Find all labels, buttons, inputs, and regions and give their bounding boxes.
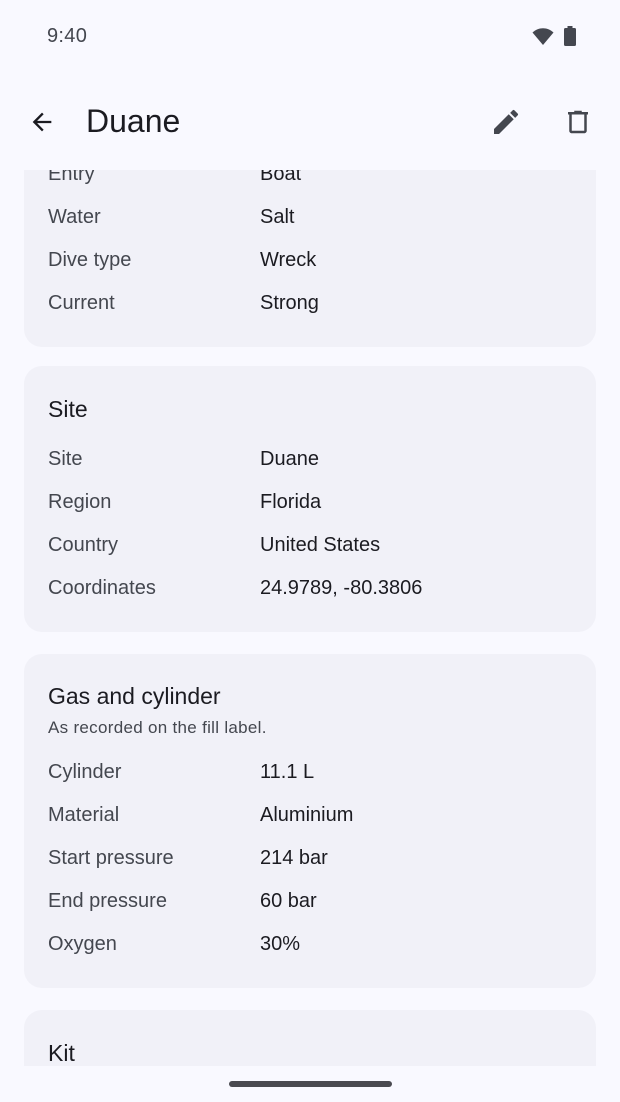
card-title: Gas and cylinder [48, 683, 221, 709]
battery-icon [564, 26, 576, 46]
status-bar: 9:40 [0, 0, 620, 74]
detail-row-start-pressure: Start pressure 214 bar [48, 847, 578, 877]
row-value: Strong [260, 292, 319, 314]
row-value: Aluminium [260, 804, 354, 826]
row-label: Current [48, 292, 115, 314]
row-label: Region [48, 491, 112, 513]
detail-row-material: Material Aluminium [48, 804, 578, 834]
detail-row-dive-type: Dive type Wreck [48, 249, 578, 279]
gas-cylinder-card: Gas and cylinder As recorded on the fill… [24, 654, 596, 988]
row-label: Site [48, 448, 83, 470]
status-icons [532, 26, 576, 46]
site-card: Site Site Duane Region Florida Country U… [24, 366, 596, 632]
trash-icon [568, 110, 588, 134]
home-gesture-handle[interactable] [229, 1081, 392, 1087]
dive-detail-screen: 9:40 Duane Entry Boat Water Salt Dive ty… [0, 0, 620, 1102]
detail-row-country: Country United States [48, 534, 578, 564]
detail-row-cylinder: Cylinder 11.1 L [48, 761, 578, 791]
page-title: Duane [86, 103, 181, 139]
detail-row-current: Current Strong [48, 292, 578, 322]
row-value: 11.1 L [260, 761, 315, 783]
wifi-icon [532, 28, 554, 45]
row-label: Coordinates [48, 577, 156, 599]
navigation-bar [0, 1066, 620, 1102]
edit-button[interactable] [482, 98, 530, 146]
card-title: Kit [48, 1040, 75, 1066]
conditions-card: Entry Boat Water Salt Dive type Wreck Cu… [24, 170, 596, 347]
row-value: Salt [260, 206, 295, 228]
row-value: Boat [260, 170, 302, 185]
delete-button[interactable] [554, 98, 602, 146]
row-label: Cylinder [48, 761, 122, 783]
arrow-back-icon [32, 112, 52, 132]
row-value: 24.9789, -80.3806 [260, 577, 423, 599]
row-value: 60 bar [260, 890, 317, 912]
row-label: Oxygen [48, 933, 117, 955]
detail-row-region: Region Florida [48, 491, 578, 521]
row-value: 30% [260, 933, 301, 955]
pencil-icon [494, 109, 519, 134]
row-value: United States [260, 534, 381, 556]
detail-row-site: Site Duane [48, 448, 578, 478]
detail-row-coordinates: Coordinates 24.9789, -80.3806 [48, 577, 578, 607]
card-subtitle: As recorded on the fill label. [48, 718, 267, 737]
status-time: 9:40 [47, 25, 88, 47]
row-label: Dive type [48, 249, 132, 271]
detail-row-entry: Entry Boat [48, 170, 578, 193]
row-value: 214 bar [260, 847, 328, 869]
back-button[interactable] [18, 98, 66, 146]
row-value: Duane [260, 448, 319, 470]
detail-scroll-area[interactable]: Entry Boat Water Salt Dive type Wreck Cu… [0, 170, 620, 1066]
kit-card: Kit [24, 1010, 596, 1066]
detail-row-end-pressure: End pressure 60 bar [48, 890, 578, 920]
row-label: Start pressure [48, 847, 174, 869]
detail-row-oxygen: Oxygen 30% [48, 933, 578, 963]
row-label: Material [48, 804, 120, 826]
row-label: Entry [48, 170, 95, 185]
row-value: Wreck [260, 249, 317, 271]
detail-row-water: Water Salt [48, 206, 578, 236]
row-value: Florida [260, 491, 322, 513]
row-label: Country [48, 534, 119, 556]
row-label: Water [48, 206, 101, 228]
top-app-bar: Duane [0, 74, 620, 170]
row-label: End pressure [48, 890, 167, 912]
card-title: Site [48, 396, 88, 422]
